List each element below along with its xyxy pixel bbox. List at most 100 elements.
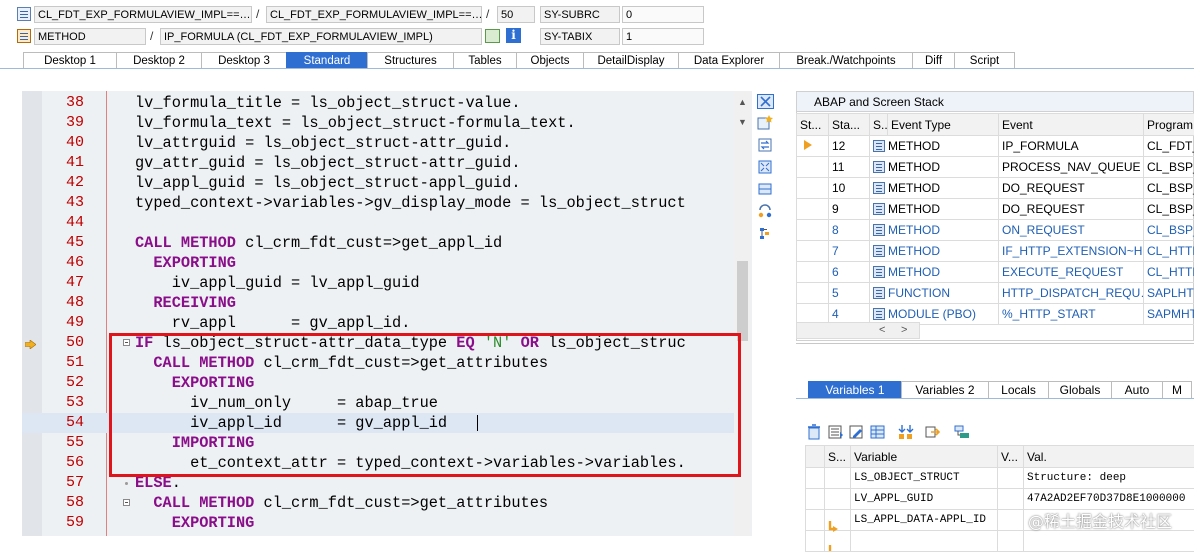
event-name[interactable]: HTTP_DISPATCH_REQU… [999,283,1144,304]
event-name[interactable]: IF_HTTP_EXTENSION~H… [999,241,1144,262]
code-line[interactable]: 59 EXPORTING [22,513,736,533]
event-name[interactable]: DO_REQUEST [999,178,1144,199]
delete-icon[interactable] [806,424,822,440]
settings-tool-icon[interactable] [757,226,774,241]
variable-name[interactable]: LS_APPL_DATA-APPL_ID [851,510,998,531]
stack-row[interactable]: 11 METHOD PROCESS_NAV_QUEUE CL_BSP_ [797,157,1194,178]
variable-name[interactable]: LS_OBJECT_STRUCT [851,468,998,489]
variable-name[interactable] [851,531,998,552]
scroll-down-icon[interactable]: ▼ [738,117,747,127]
tab-detail-display[interactable]: DetailDisplay [583,52,679,68]
sort-icon[interactable] [898,424,914,440]
column-header[interactable]: Sta... [829,114,870,136]
scroll-right-icon[interactable]: > [901,324,907,336]
column-header[interactable]: V... [998,446,1024,468]
maximize-icon[interactable] [757,160,774,175]
edit-icon[interactable] [849,424,865,440]
tab-data-explorer[interactable]: Data Explorer [678,52,780,68]
code-line[interactable]: 47 iv_appl_guid = lv_appl_guid [22,273,736,293]
code-line[interactable]: 39 lv_formula_text = ls_object_struct-fo… [22,113,736,133]
include-field[interactable]: CL_FDT_EXP_FORMULAVIEW_IMPL==… [266,6,482,23]
code-line[interactable]: 41 gv_attr_guid = ls_object_struct-attr_… [22,153,736,173]
event-name[interactable]: EXECUTE_REQUEST [999,262,1144,283]
code-line[interactable]: 43 typed_context->variables->gv_display_… [22,193,736,213]
code-line[interactable]: 42 lv_appl_guid = ls_object_struct-appl_… [22,173,736,193]
scroll-left-icon[interactable]: < [879,324,885,336]
close-view-icon[interactable] [757,94,774,109]
tab-objects[interactable]: Objects [516,52,584,68]
tab-globals[interactable]: Globals [1048,381,1112,398]
column-header[interactable]: Event Type [888,114,999,136]
event-name[interactable]: IP_FORMULA [999,136,1144,157]
column-header[interactable]: Variable [851,446,998,468]
type-field[interactable]: METHOD [34,28,146,45]
variable-value[interactable]: 47A2AD2EF70D37D8E1000000 [1024,489,1194,510]
tab-diff[interactable]: Diff [912,52,955,68]
navigate-icon[interactable] [485,29,500,43]
column-header[interactable]: S... [825,446,851,468]
fold-toggle[interactable] [123,499,130,506]
info-icon[interactable]: i [506,28,521,43]
stack-row[interactable]: 7 METHOD IF_HTTP_EXTENSION~H… CL_HTTP [797,241,1194,262]
variable-name[interactable]: LV_APPL_GUID [851,489,998,510]
variable-row[interactable]: LS_OBJECT_STRUCT Structure: deep [806,468,1194,489]
stack-row[interactable]: 8 METHOD ON_REQUEST CL_BSP_ [797,220,1194,241]
structure-icon[interactable] [954,424,970,440]
stack-row[interactable]: 6 METHOD EXECUTE_REQUEST CL_HTTP [797,262,1194,283]
layout-icon[interactable] [757,182,774,197]
code-line[interactable]: 49 rv_appl = gv_appl_id. [22,313,736,333]
tab-tables[interactable]: Tables [453,52,517,68]
tab-breakpoints[interactable]: Break./Watchpoints [779,52,913,68]
transfer-icon[interactable] [925,424,941,440]
line-field[interactable]: 50 [497,6,535,23]
column-header[interactable]: Event [999,114,1144,136]
scroll-up-icon[interactable]: ▲ [738,97,747,107]
event-name[interactable]: DO_REQUEST [999,199,1144,220]
stack-row[interactable]: 10 METHOD DO_REQUEST CL_BSP_ [797,178,1194,199]
scroll-thumb[interactable] [737,261,748,341]
swap-tool-icon[interactable] [757,138,774,153]
tab-standard[interactable]: Standard [286,52,368,68]
tab-desktop-1[interactable]: Desktop 1 [23,52,117,68]
program-field[interactable]: CL_FDT_EXP_FORMULAVIEW_IMPL==… [34,6,252,23]
code-line[interactable]: 40 lv_attrguid = ls_object_struct-attr_g… [22,133,736,153]
code-line[interactable]: 44 [22,213,736,233]
column-header[interactable]: Val. [1024,446,1194,468]
sy-value-2[interactable]: 1 [622,28,704,45]
tab-desktop-2[interactable]: Desktop 2 [116,52,202,68]
tab-more[interactable]: M [1162,381,1192,398]
column-header[interactable]: S... [870,114,888,136]
tab-structures[interactable]: Structures [367,52,454,68]
sy-field-2[interactable]: SY-TABIX [540,28,620,45]
tab-variables-1[interactable]: Variables 1 [808,381,902,398]
table-icon[interactable] [870,424,886,440]
tab-locals[interactable]: Locals [988,381,1049,398]
event-name[interactable]: PROCESS_NAV_QUEUE [999,157,1144,178]
sy-value-1[interactable]: 0 [622,6,704,23]
new-tool-icon[interactable] [757,115,774,130]
variable-row[interactable] [806,531,1194,552]
variable-value[interactable]: Structure: deep [1024,468,1194,489]
stack-row[interactable]: 12 METHOD IP_FORMULA CL_FDT_ [797,136,1194,157]
code-line[interactable]: 38 lv_formula_title = ls_object_struct-v… [22,93,736,113]
list-icon[interactable] [828,424,844,440]
tab-variables-2[interactable]: Variables 2 [901,381,989,398]
tab-script[interactable]: Script [954,52,1015,68]
code-line[interactable]: 48 RECEIVING [22,293,736,313]
variable-row[interactable]: LV_APPL_GUID 47A2AD2EF70D37D8E1000000 [806,489,1194,510]
column-header[interactable]: Program [1144,114,1194,136]
column-header[interactable]: St... [797,114,829,136]
code-line[interactable]: 45 CALL METHOD cl_crm_fdt_cust=>get_appl… [22,233,736,253]
method-field[interactable]: IP_FORMULA (CL_FDT_EXP_FORMULAVIEW_IMPL) [160,28,482,45]
tab-desktop-3[interactable]: Desktop 3 [201,52,287,68]
stack-row[interactable]: 9 METHOD DO_REQUEST CL_BSP_ [797,199,1194,220]
sy-field-1[interactable]: SY-SUBRC [540,6,620,23]
event-name[interactable]: ON_REQUEST [999,220,1144,241]
code-line[interactable]: 46 EXPORTING [22,253,736,273]
event-name[interactable]: %_HTTP_START [999,304,1144,325]
stack-hscrollbar[interactable]: < > [796,322,920,339]
services-icon[interactable] [757,204,774,219]
tab-auto[interactable]: Auto [1111,381,1163,398]
variable-value[interactable] [1024,531,1194,552]
stack-row[interactable]: 5 FUNCTION HTTP_DISPATCH_REQU… SAPLHTT [797,283,1194,304]
